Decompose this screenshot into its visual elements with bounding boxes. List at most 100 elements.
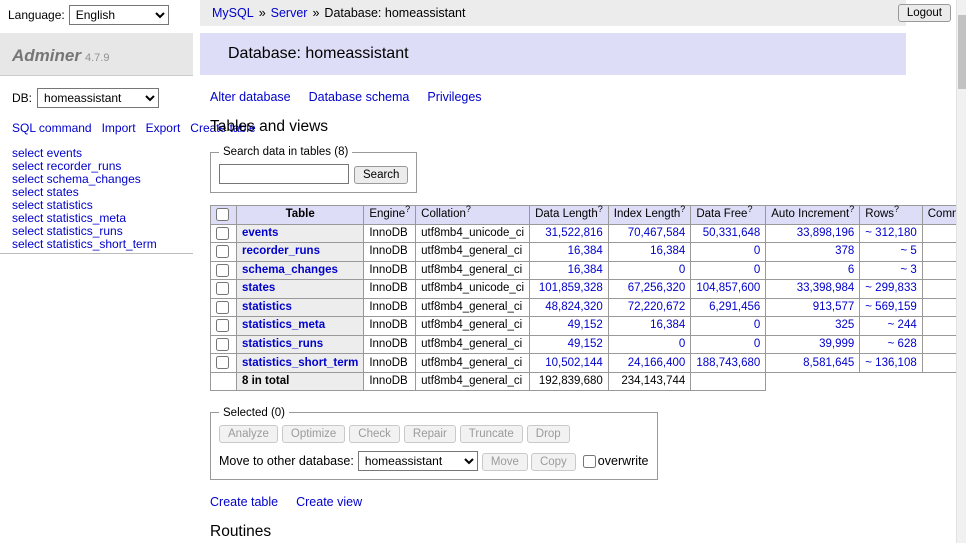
sql-command-link[interactable]: SQL command (12, 121, 92, 135)
search-button[interactable]: Search (354, 166, 408, 184)
create-table-link[interactable]: Create table (210, 495, 278, 509)
select-statistics-short-term-link[interactable]: select statistics_short_term (12, 238, 181, 251)
rows-cell: ~ 244 (860, 317, 922, 336)
data-length-link[interactable]: 16,384 (568, 264, 603, 276)
rows-count-link[interactable]: ~ 569,159 (865, 301, 916, 313)
row-checkbox[interactable] (216, 356, 229, 369)
scrollbar-thumb[interactable] (958, 15, 966, 89)
select-events-link[interactable]: select events (12, 147, 181, 160)
index-length-link[interactable]: 24,166,400 (628, 357, 686, 369)
row-select-cell (211, 261, 237, 280)
auto-increment-link[interactable]: 33,398,984 (797, 282, 855, 294)
logout-button[interactable]: Logout (898, 4, 951, 22)
db-select[interactable]: homeassistant (37, 88, 159, 108)
row-checkbox[interactable] (216, 319, 229, 332)
breadcrumb-mysql-link[interactable]: MySQL (212, 6, 254, 20)
table-link[interactable]: schema_changes (242, 264, 338, 276)
data-free-link[interactable]: 50,331,648 (703, 227, 761, 239)
index-length-link[interactable]: 67,256,320 (628, 282, 686, 294)
data-free-link[interactable]: 0 (754, 264, 760, 276)
tables-list-table: Table Engine? Collation? Data Length? In… (210, 205, 966, 391)
data-free-link[interactable]: 0 (754, 338, 760, 350)
import-link[interactable]: Import (102, 121, 136, 135)
rows-count-link[interactable]: ~ 136,108 (865, 357, 916, 369)
routines-title: Routines (210, 523, 906, 541)
table-link[interactable]: statistics_runs (242, 338, 323, 350)
auto-increment-link[interactable]: 39,999 (819, 338, 854, 350)
data-free-link[interactable]: 0 (754, 245, 760, 257)
row-checkbox[interactable] (216, 264, 229, 277)
breadcrumb-server-link[interactable]: Server (271, 6, 308, 20)
create-view-link[interactable]: Create view (296, 495, 362, 509)
row-checkbox[interactable] (216, 338, 229, 351)
row-checkbox[interactable] (216, 245, 229, 258)
language-select[interactable]: English (69, 5, 169, 25)
table-link[interactable]: events (242, 227, 278, 239)
data-free-link[interactable]: 6,291,456 (709, 301, 760, 313)
search-input[interactable] (219, 164, 349, 184)
data-length-link[interactable]: 101,859,328 (539, 282, 603, 294)
index-length-link[interactable]: 16,384 (650, 245, 685, 257)
collation-cell: utf8mb4_general_ci (416, 261, 530, 280)
scrollbar[interactable] (956, 0, 966, 543)
data-free-link[interactable]: 0 (754, 319, 760, 331)
select-statistics-link[interactable]: select statistics (12, 199, 181, 212)
table-link[interactable]: recorder_runs (242, 245, 320, 257)
index-length-cell: 16,384 (608, 317, 691, 336)
rows-count-link[interactable]: ~ 5 (900, 245, 916, 257)
index-length-link[interactable]: 16,384 (650, 319, 685, 331)
data-length-link[interactable]: 48,824,320 (545, 301, 603, 313)
row-checkbox[interactable] (216, 227, 229, 240)
auto-increment-link[interactable]: 325 (835, 319, 854, 331)
index-length-link[interactable]: 0 (679, 338, 685, 350)
select-all-cell (211, 206, 237, 225)
auto-increment-link[interactable]: 6 (848, 264, 854, 276)
auto-increment-link[interactable]: 378 (835, 245, 854, 257)
data-length-link[interactable]: 16,384 (568, 245, 603, 257)
select-statistics-meta-link[interactable]: select statistics_meta (12, 212, 181, 225)
row-checkbox[interactable] (216, 301, 229, 314)
data-free-link[interactable]: 104,857,600 (696, 282, 760, 294)
index-length-cell: 72,220,672 (608, 298, 691, 317)
overwrite-control: overwrite (583, 454, 649, 468)
index-length-link[interactable]: 72,220,672 (628, 301, 686, 313)
data-length-link[interactable]: 49,152 (568, 319, 603, 331)
index-length-link[interactable]: 0 (679, 264, 685, 276)
data-free-link[interactable]: 188,743,680 (696, 357, 760, 369)
rows-count-link[interactable]: ~ 299,833 (865, 282, 916, 294)
rows-count-link[interactable]: ~ 3 (900, 264, 916, 276)
data-length-link[interactable]: 49,152 (568, 338, 603, 350)
move-db-select[interactable]: homeassistant (358, 451, 478, 471)
rows-count-link[interactable]: ~ 628 (888, 338, 917, 350)
overwrite-checkbox[interactable] (583, 455, 596, 468)
auto-increment-link[interactable]: 913,577 (813, 301, 855, 313)
data-length-link[interactable]: 31,522,816 (545, 227, 603, 239)
select-schema-changes-link[interactable]: select schema_changes (12, 173, 181, 186)
rows-count-link[interactable]: ~ 312,180 (865, 227, 916, 239)
select-all-checkbox[interactable] (216, 208, 229, 221)
engine-cell: InnoDB (364, 261, 416, 280)
table-link[interactable]: statistics (242, 301, 292, 313)
select-states-link[interactable]: select states (12, 186, 181, 199)
row-checkbox[interactable] (216, 282, 229, 295)
rows-cell: ~ 569,159 (860, 298, 922, 317)
index-length-link[interactable]: 70,467,584 (628, 227, 686, 239)
auto-increment-link[interactable]: 8,581,645 (803, 357, 854, 369)
database-schema-link[interactable]: Database schema (309, 90, 410, 104)
table-name-cell: statistics_runs (237, 335, 364, 354)
data-free-cell: 6,291,456 (691, 298, 766, 317)
table-link[interactable]: states (242, 282, 275, 294)
data-length-link[interactable]: 10,502,144 (545, 357, 603, 369)
select-recorder-runs-link[interactable]: select recorder_runs (12, 160, 181, 173)
data-free-cell: 188,743,680 (691, 354, 766, 373)
export-link[interactable]: Export (146, 121, 181, 135)
row-select-cell (211, 298, 237, 317)
bulk-action-buttons: AnalyzeOptimizeCheckRepairTruncateDrop (219, 425, 649, 443)
auto-increment-link[interactable]: 33,898,196 (797, 227, 855, 239)
rows-count-link[interactable]: ~ 244 (888, 319, 917, 331)
table-link[interactable]: statistics_meta (242, 319, 325, 331)
select-statistics-runs-link[interactable]: select statistics_runs (12, 225, 181, 238)
alter-database-link[interactable]: Alter database (210, 90, 291, 104)
privileges-link[interactable]: Privileges (427, 90, 481, 104)
table-link[interactable]: statistics_short_term (242, 357, 358, 369)
